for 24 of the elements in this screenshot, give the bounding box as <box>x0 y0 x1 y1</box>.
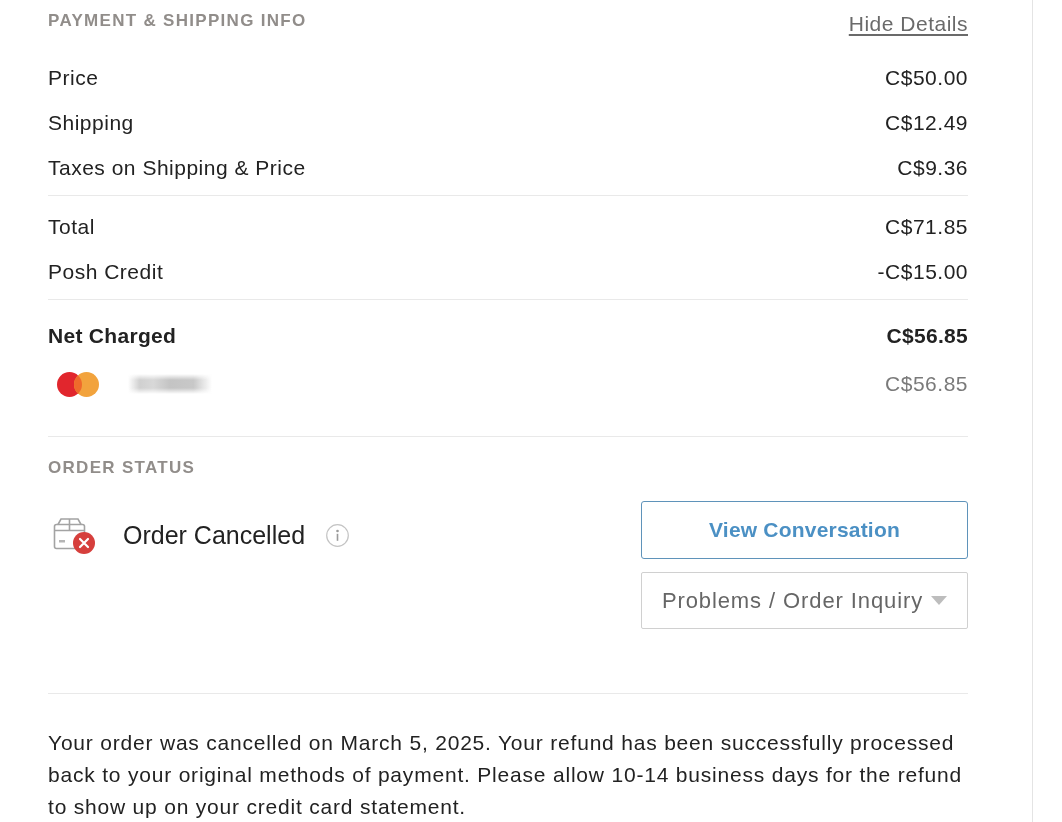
section-heading: ORDER STATUS <box>48 457 196 479</box>
line-label: Net Charged <box>48 323 177 348</box>
line-label: Shipping <box>48 110 134 135</box>
section-heading: PAYMENT & SHIPPING INFO <box>48 11 307 31</box>
status-text: Order Cancelled <box>123 520 306 550</box>
hide-details-link[interactable]: Hide Details <box>848 12 968 36</box>
line-label: Posh Credit <box>48 259 164 284</box>
caret-icon <box>931 596 948 605</box>
line-amount: -C$15.00 <box>877 259 968 284</box>
line-amount: C$56.85 <box>886 323 968 348</box>
view-conversation-button[interactable]: View Conversation <box>641 501 968 559</box>
line-label: Price <box>48 65 99 90</box>
refund-message: Your order was cancelled on March 5, 2025. Your refund has been successfully processed back to your original methods of payment. Please allow 10-14 business days for the refund to show up on your credit card statement. <box>48 730 963 820</box>
line-label: Taxes on Shipping & Price <box>48 155 306 180</box>
info-icon[interactable] <box>326 523 350 547</box>
line-amount: C$9.36 <box>897 155 968 180</box>
package-cancel-icon <box>52 516 96 554</box>
line-amount: C$71.85 <box>885 214 968 239</box>
line-amount: C$12.49 <box>885 110 968 135</box>
card-amount: C$56.85 <box>885 372 968 396</box>
line-amount: C$50.00 <box>885 65 968 90</box>
card-brand-icon <box>57 371 99 397</box>
line-label: Total <box>48 214 95 239</box>
inquiry-dropdown[interactable]: Problems / Order Inquiry <box>641 572 968 629</box>
